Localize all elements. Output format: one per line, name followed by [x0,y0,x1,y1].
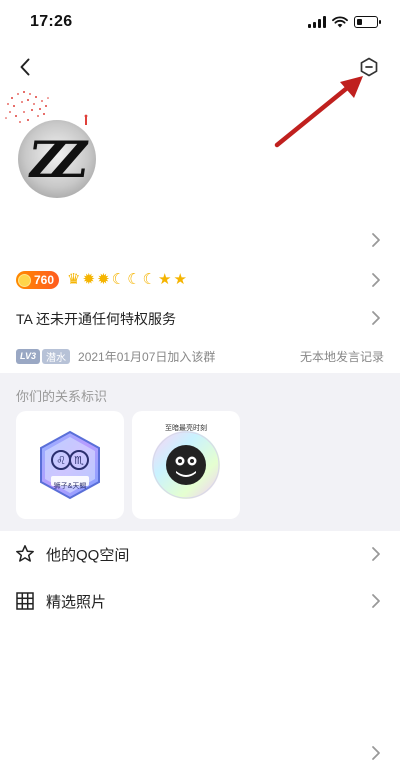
svg-text:♏: ♏ [74,454,84,467]
qzone-link[interactable]: 他的QQ空间 [0,532,400,576]
chevron-right-icon[interactable] [370,745,382,761]
crown-icon: ♛ [67,271,81,288]
moon-icon: ☾ [142,271,156,288]
chevron-right-icon[interactable] [370,232,382,248]
status-bar: 17:26 [0,0,400,46]
chevron-right-icon[interactable] [370,310,382,326]
status-icons [308,16,381,28]
featured-photos-label: 精选照片 [46,593,107,611]
battery-icon [354,16,381,28]
chevron-right-icon [372,547,380,561]
svg-text:♌: ♌ [56,454,66,467]
coin-icon [18,273,31,287]
relationship-card[interactable]: ♌ ♏ 狮子&天蝎 [16,411,124,519]
signal-icon [308,16,326,28]
chevron-right-icon [372,594,380,608]
star-icon: ★ [158,271,172,288]
message-record-status: 无本地发言记录 [299,349,384,364]
chevron-left-icon [20,58,30,76]
wifi-icon [332,16,348,28]
group-meta-row: LV3 潜水 2021年01月07日加入该群 无本地发言记录 [16,347,384,365]
relationship-card[interactable]: 至暗最亮时刻 [132,411,240,519]
join-date: 2021年01月07日加入该群 [78,349,216,364]
level-icons: ♛ ✹ ✹ ☾ ☾ ☾ ★ ★ [67,271,187,289]
chevron-right-icon[interactable] [370,272,382,288]
badge-row[interactable]: 760 ♛ ✹ ✹ ☾ ☾ ☾ ★ ★ [16,270,187,290]
featured-photos-link[interactable]: 精选照片 [0,579,400,623]
grid-icon [16,592,34,610]
group-level-badge: LV3 [16,348,41,364]
avatar-sparkle-decoration [5,91,88,125]
relationship-title: 你们的关系标识 [16,389,108,404]
annotation-arrow-icon [274,76,363,148]
relationship-card-caption: 狮子&天蝎 [53,483,87,490]
group-title-badge: 潜水 [42,348,71,364]
coin-count: 760 [34,273,55,287]
relationship-card-caption: 至暗最亮时刻 [165,425,207,432]
coin-badge: 760 [16,271,60,289]
relationship-section: 你们的关系标识 ♌ ♏ 狮子&天蝎 至暗最亮时刻 [0,373,400,531]
sun-icon: ✹ [82,271,96,288]
smiley-badge-icon [152,431,220,499]
sun-icon: ✹ [97,271,110,288]
moon-icon: ☾ [111,271,126,288]
status-time: 17:26 [30,13,73,30]
star-outline-icon [16,545,34,562]
back-button[interactable] [12,54,38,80]
qzone-label: 他的QQ空间 [46,546,130,564]
moon-icon: ☾ [127,271,141,288]
star-icon: ★ [173,271,187,288]
privilege-text[interactable]: TA 还未开通任何特权服务 [16,309,176,329]
